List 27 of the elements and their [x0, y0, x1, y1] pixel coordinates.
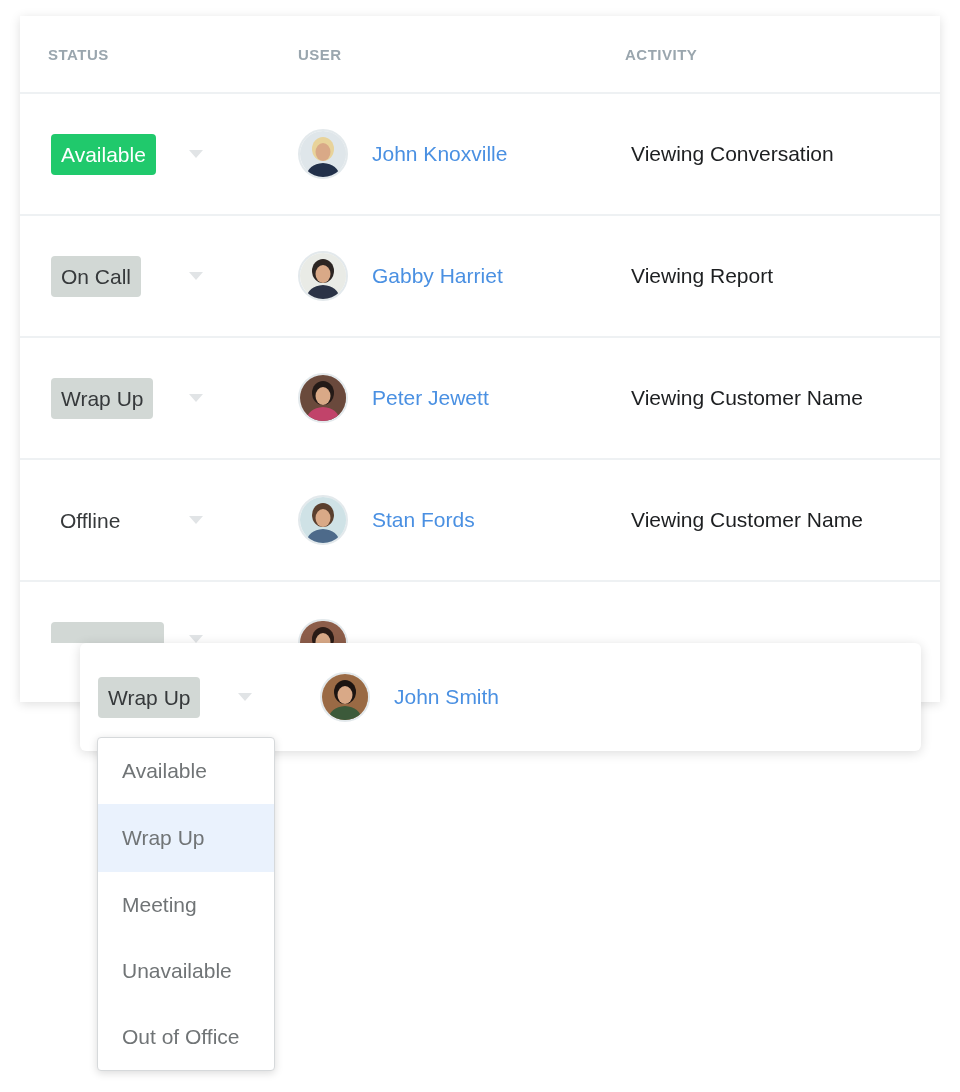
- column-header: STATUS: [48, 45, 110, 63]
- status-dropdown[interactable]: On Call: [51, 255, 142, 297]
- user-link[interactable]: John Knoxville: [372, 142, 508, 166]
- status-dropdown[interactable]: Wrap Up: [51, 377, 154, 419]
- user-link[interactable]: Stan Fords: [372, 508, 475, 532]
- menu-item[interactable]: Wrap Up: [98, 804, 274, 872]
- menu-item[interactable]: Unavailable: [98, 938, 274, 1004]
- caret-icon[interactable]: [189, 150, 203, 158]
- caret-icon[interactable]: [238, 693, 252, 701]
- user-link[interactable]: Gabby Harriet: [372, 264, 503, 288]
- caret-icon[interactable]: [189, 516, 203, 524]
- status-dropdown[interactable]: [51, 622, 164, 643]
- caret-icon[interactable]: [189, 272, 203, 280]
- column-header: USER: [298, 45, 343, 63]
- activity-text: Viewing Customer Name: [630, 508, 864, 532]
- activity-text: Viewing Customer Name: [630, 386, 864, 410]
- menu-item[interactable]: Meeting: [98, 872, 274, 938]
- menu-item[interactable]: Out of Office: [98, 1004, 274, 1070]
- column-header: ACTIVITY: [625, 45, 699, 63]
- activity-text: Viewing Report: [630, 264, 775, 288]
- user-link[interactable]: Peter Jewett: [372, 386, 489, 410]
- status-dropdown[interactable]: Wrap Up: [98, 676, 201, 718]
- caret-icon[interactable]: [189, 394, 203, 402]
- activity-text: Viewing Conversation: [630, 142, 835, 166]
- user-link[interactable]: John Smith: [394, 685, 500, 709]
- status-dropdown[interactable]: Offline: [51, 499, 131, 541]
- menu-item[interactable]: Available: [98, 738, 274, 804]
